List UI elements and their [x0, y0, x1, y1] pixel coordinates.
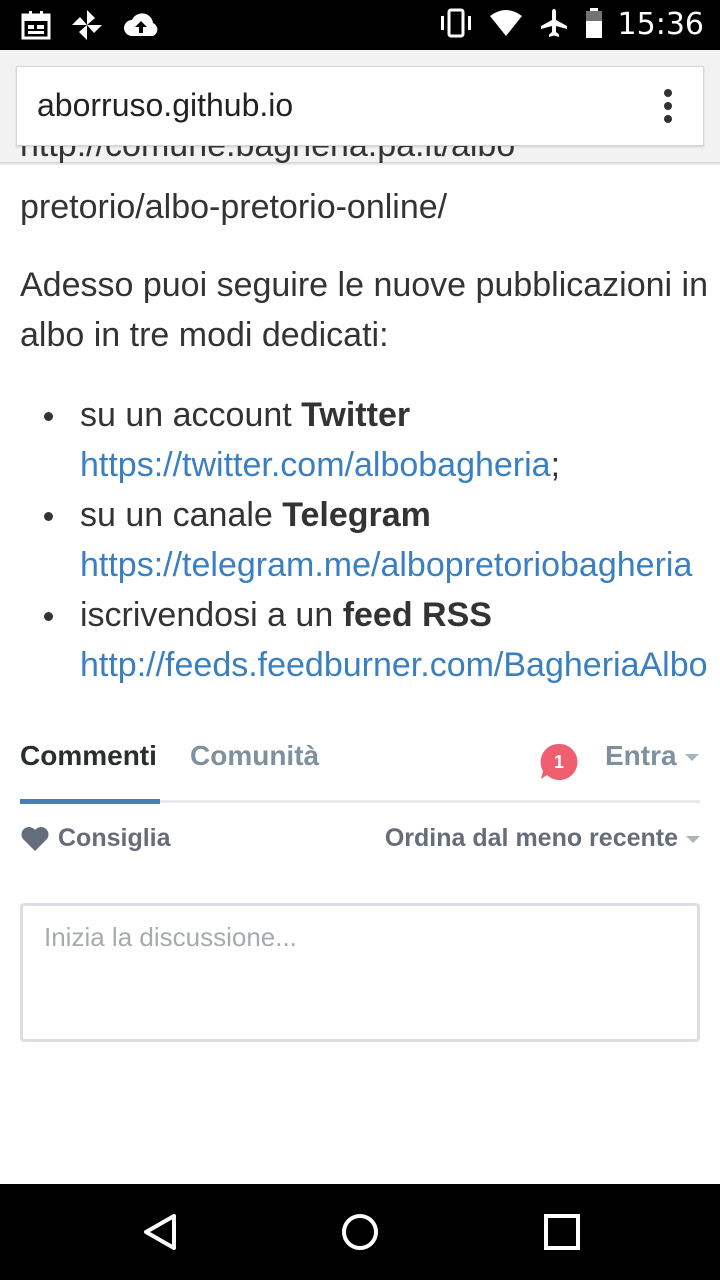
caret-down-icon — [684, 754, 699, 762]
clock: 15:36 — [617, 7, 704, 42]
bullet — [44, 612, 53, 621]
address-bar[interactable]: aborruso.github.io — [16, 66, 704, 146]
bullet — [44, 512, 53, 521]
cloud-upload-icon — [122, 10, 160, 45]
vibrate-icon — [438, 8, 474, 43]
comments-tabs: Commenti Comunità 1 Entra — [20, 740, 700, 804]
recents-icon[interactable] — [542, 1212, 582, 1257]
list-item-telegram: su un canale Telegram https://telegram.m… — [20, 490, 720, 590]
wifi-icon — [488, 8, 524, 43]
airplane-icon — [538, 7, 570, 44]
calendar-icon — [20, 9, 52, 46]
rss-feed-link[interactable]: http://feeds.feedburner.com/BagheriaAlbo — [80, 646, 708, 684]
telegram-link[interactable]: https://telegram.me/albopretoriobagheria — [80, 546, 692, 584]
channels-list: su un account Twitter https://twitter.co… — [20, 390, 720, 690]
pinwheel-icon — [70, 8, 104, 47]
notification-badge[interactable]: 1 — [540, 743, 578, 781]
bullet — [44, 412, 53, 421]
twitter-link[interactable]: https://twitter.com/albobagheria — [80, 446, 551, 484]
comment-placeholder: Inizia la discussione... — [44, 922, 297, 952]
recommend-button[interactable]: Consiglia — [20, 824, 171, 853]
heart-icon — [21, 827, 49, 851]
list-item-rss: iscrivendosi a un feed RSS http://feeds.… — [20, 590, 720, 690]
url-text[interactable]: aborruso.github.io — [37, 87, 293, 124]
battery-icon — [584, 7, 604, 44]
list-item-twitter: su un account Twitter https://twitter.co… — [20, 390, 720, 490]
active-tab-indicator — [20, 799, 160, 804]
overflow-menu-icon[interactable] — [663, 89, 673, 125]
cut-off-link-line: http://comune.bagheria.pa.it/albo — [20, 146, 515, 170]
tab-community[interactable]: Comunità — [190, 740, 319, 772]
navigation-bar — [0, 1184, 720, 1280]
login-dropdown[interactable]: Entra — [605, 740, 699, 772]
tab-comments[interactable]: Commenti — [20, 740, 157, 772]
sort-dropdown[interactable]: Ordina dal meno recente — [385, 824, 700, 853]
albo-url-line: pretorio/albo-pretorio-online/ — [20, 188, 448, 226]
back-icon[interactable] — [140, 1212, 180, 1257]
intro-paragraph: Adesso puoi seguire le nuove pubblicazio… — [20, 266, 709, 354]
caret-down-icon — [686, 835, 700, 843]
comments-subbar: Consiglia Ordina dal meno recente — [20, 822, 700, 862]
svg-text:1: 1 — [554, 752, 564, 772]
comment-input[interactable]: Inizia la discussione... — [20, 903, 700, 1042]
status-bar: 15:36 — [0, 0, 720, 50]
home-icon[interactable] — [340, 1212, 380, 1257]
